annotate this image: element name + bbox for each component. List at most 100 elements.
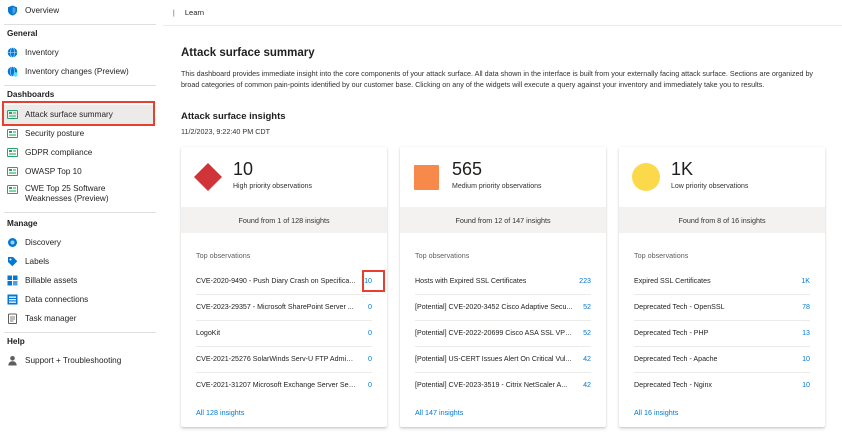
all-insights-link[interactable]: All 147 insights xyxy=(415,408,463,417)
divider xyxy=(4,212,156,213)
high-label: High priority observations xyxy=(233,183,312,190)
sidebar-item-discovery[interactable]: Discovery xyxy=(4,233,154,252)
found-summary: Found from 1 of 128 insights xyxy=(181,207,387,233)
dashboard-icon xyxy=(7,128,18,139)
all-insights-link[interactable]: All 16 insights xyxy=(634,408,678,417)
observation-row[interactable]: Expired SSL Certificates 1K xyxy=(634,268,810,294)
sidebar-item-security-posture[interactable]: Security posture xyxy=(4,124,154,143)
medium-label: Medium priority observations xyxy=(452,183,542,190)
medium-count[interactable]: 565 xyxy=(452,159,482,180)
card-low-priority[interactable]: 1K Low priority observations Found from … xyxy=(619,147,825,427)
observation-row[interactable]: CVE-2023-29357 - Microsoft SharePoint Se… xyxy=(196,294,372,320)
all-insights-link[interactable]: All 128 insights xyxy=(196,408,244,417)
observation-count[interactable]: 10 xyxy=(364,277,372,285)
card-medium-priority[interactable]: 565 Medium priority observations Found f… xyxy=(400,147,606,427)
observation-row[interactable]: Hosts with Expired SSL Certificates 223 xyxy=(415,268,591,294)
observation-count[interactable]: 78 xyxy=(802,303,810,311)
observation-count[interactable]: 42 xyxy=(583,381,591,389)
observation-count[interactable]: 1K xyxy=(801,277,810,285)
observation-count[interactable]: 52 xyxy=(583,303,591,311)
sidebar-item-label: OWASP Top 10 xyxy=(25,167,82,176)
observation-name: [Potential] CVE-2023-3519 - Citrix NetSc… xyxy=(415,381,568,389)
observation-row[interactable]: [Potential] CVE-2022-20699 Cisco ASA SSL… xyxy=(415,320,591,346)
square-icon xyxy=(414,165,439,190)
observation-count[interactable]: 13 xyxy=(802,329,810,337)
dashboard-icon xyxy=(7,147,18,158)
observation-count[interactable]: 223 xyxy=(579,277,591,285)
sidebar-item-label: Billable assets xyxy=(25,276,78,285)
observation-row[interactable]: Deprecated Tech - Nginx 10 xyxy=(634,372,810,398)
sidebar-item-label: Overview xyxy=(25,6,60,15)
circle-icon xyxy=(632,163,660,191)
observation-row[interactable]: [Potential] CVE-2020-3452 Cisco Adaptive… xyxy=(415,294,591,320)
globe-change-icon xyxy=(7,66,18,77)
sidebar-item-inventory[interactable]: Inventory xyxy=(4,43,154,62)
observation-row[interactable]: LogoKit 0 xyxy=(196,320,372,346)
card-high-priority[interactable]: 10 High priority observations Found from… xyxy=(181,147,387,427)
observation-name: Deprecated Tech - Nginx xyxy=(634,381,712,389)
divider xyxy=(4,85,156,86)
breadcrumb-learn[interactable]: Learn xyxy=(185,8,204,17)
sidebar-item-data-connections[interactable]: Data connections xyxy=(4,290,154,309)
observation-name: [Potential] CVE-2020-3452 Cisco Adaptive… xyxy=(415,303,573,311)
observation-row[interactable]: CVE-2020-9490 - Push Diary Crash on Spec… xyxy=(196,268,372,294)
low-count[interactable]: 1K xyxy=(671,159,693,180)
sidebar-item-label: Attack surface summary xyxy=(25,110,113,119)
top-observations-label: Top observations xyxy=(634,251,689,260)
sidebar-item-attack-surface-summary[interactable]: Attack surface summary xyxy=(4,105,154,124)
task-icon xyxy=(7,313,18,324)
section-heading-general: General xyxy=(7,29,38,38)
sidebar-item-cwe-top-25[interactable]: CWE Top 25 Software Weaknesses (Preview) xyxy=(4,181,154,207)
observation-row[interactable]: CVE-2021-31207 Microsoft Exchange Server… xyxy=(196,372,372,398)
sidebar-item-label: Labels xyxy=(25,257,50,266)
sidebar-item-task-manager[interactable]: Task manager xyxy=(4,309,154,328)
low-label: Low priority observations xyxy=(671,183,749,190)
sidebar-item-label: Security posture xyxy=(25,129,85,138)
dashboard-icon xyxy=(7,109,18,120)
dashboard-icon xyxy=(7,166,18,177)
observation-count[interactable]: 0 xyxy=(368,355,372,363)
discovery-icon xyxy=(7,237,18,248)
diamond-icon xyxy=(194,163,222,191)
sidebar-item-label: Inventory changes (Preview) xyxy=(25,67,129,76)
sidebar-item-overview[interactable]: Overview xyxy=(4,1,154,20)
observation-count[interactable]: 0 xyxy=(368,329,372,337)
sidebar-item-label: Discovery xyxy=(25,238,61,247)
observation-name: CVE-2021-25276 SolarWinds Serv-U FTP Adm… xyxy=(196,355,356,363)
chevron-left-icon[interactable]: ❘ xyxy=(171,9,177,17)
observation-count[interactable]: 42 xyxy=(583,355,591,363)
observation-name: CVE-2020-9490 - Push Diary Crash on Spec… xyxy=(196,277,356,285)
sidebar: Overview General Inventory Inventory cha… xyxy=(0,0,160,436)
observation-count[interactable]: 0 xyxy=(368,381,372,389)
observation-row[interactable]: Deprecated Tech - Apache 10 xyxy=(634,346,810,372)
observation-count[interactable]: 0 xyxy=(368,303,372,311)
observation-count[interactable]: 10 xyxy=(802,355,810,363)
observation-name: [Potential] US-CERT Issues Alert On Crit… xyxy=(415,355,572,363)
grid-icon xyxy=(7,275,18,286)
observation-row[interactable]: Deprecated Tech - PHP 13 xyxy=(634,320,810,346)
top-observations-label: Top observations xyxy=(196,251,251,260)
observation-row[interactable]: [Potential] CVE-2023-3519 - Citrix NetSc… xyxy=(415,372,591,398)
sidebar-item-gdpr-compliance[interactable]: GDPR compliance xyxy=(4,143,154,162)
sidebar-item-inventory-changes[interactable]: Inventory changes (Preview) xyxy=(4,62,154,81)
sidebar-item-labels[interactable]: Labels xyxy=(4,252,154,271)
observation-name: Deprecated Tech - OpenSSL xyxy=(634,303,725,311)
observation-count[interactable]: 10 xyxy=(802,381,810,389)
top-observations-label: Top observations xyxy=(415,251,470,260)
data-connection-icon xyxy=(7,294,18,305)
observation-row[interactable]: CVE-2021-25276 SolarWinds Serv-U FTP Adm… xyxy=(196,346,372,372)
observation-name: CVE-2021-31207 Microsoft Exchange Server… xyxy=(196,381,356,389)
observation-count[interactable]: 52 xyxy=(583,329,591,337)
observation-name: CVE-2023-29357 - Microsoft SharePoint Se… xyxy=(196,303,354,311)
dashboard-icon xyxy=(7,184,18,195)
observation-name: Expired SSL Certificates xyxy=(634,277,711,285)
sidebar-item-billable-assets[interactable]: Billable assets xyxy=(4,271,154,290)
section-title: Attack surface insights xyxy=(181,111,286,122)
sidebar-item-support[interactable]: Support + Troubleshooting xyxy=(4,351,154,370)
sidebar-item-owasp-top-10[interactable]: OWASP Top 10 xyxy=(4,162,154,181)
high-count[interactable]: 10 xyxy=(233,159,253,180)
observation-name: Hosts with Expired SSL Certificates xyxy=(415,277,527,285)
observation-name: [Potential] CVE-2022-20699 Cisco ASA SSL… xyxy=(415,329,575,337)
observation-row[interactable]: Deprecated Tech - OpenSSL 78 xyxy=(634,294,810,320)
observation-row[interactable]: [Potential] US-CERT Issues Alert On Crit… xyxy=(415,346,591,372)
